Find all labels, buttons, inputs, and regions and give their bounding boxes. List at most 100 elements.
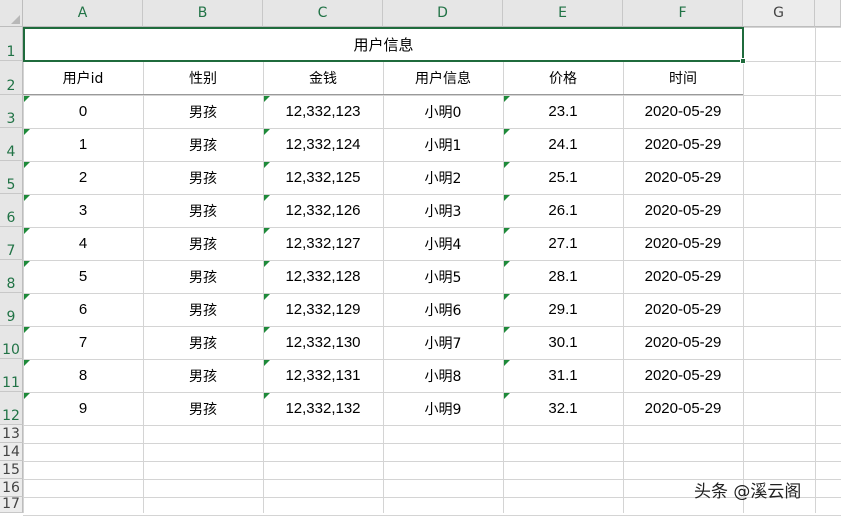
error-indicator-icon[interactable] — [24, 360, 30, 366]
table-cell[interactable]: 小明1 — [383, 128, 503, 161]
column-header-d[interactable]: D — [383, 0, 503, 27]
table-cell[interactable]: 1 — [23, 128, 143, 161]
error-indicator-icon[interactable] — [24, 294, 30, 300]
error-indicator-icon[interactable] — [504, 96, 510, 102]
table-cell[interactable]: 12,332,129 — [263, 293, 383, 326]
table-cell[interactable]: 小明0 — [383, 95, 503, 128]
column-header-e[interactable]: E — [503, 0, 623, 27]
column-header-b[interactable]: B — [143, 0, 263, 27]
row-header-15[interactable]: 15 — [0, 461, 23, 479]
error-indicator-icon[interactable] — [504, 294, 510, 300]
column-header-c[interactable]: C — [263, 0, 383, 27]
table-cell[interactable]: 8 — [23, 359, 143, 392]
error-indicator-icon[interactable] — [504, 129, 510, 135]
table-cell[interactable]: 男孩 — [143, 260, 263, 293]
table-cell[interactable]: 9 — [23, 392, 143, 425]
row-header-3[interactable]: 3 — [0, 95, 23, 128]
error-indicator-icon[interactable] — [504, 360, 510, 366]
table-cell[interactable]: 2020-05-29 — [623, 194, 743, 227]
table-cell[interactable]: 12,332,124 — [263, 128, 383, 161]
table-cell[interactable]: 2020-05-29 — [623, 128, 743, 161]
error-indicator-icon[interactable] — [264, 129, 270, 135]
row-header-13[interactable]: 13 — [0, 425, 23, 443]
header-cell[interactable]: 用户id — [23, 61, 143, 95]
table-cell[interactable]: 7 — [23, 326, 143, 359]
table-cell[interactable]: 12,332,131 — [263, 359, 383, 392]
table-cell[interactable]: 男孩 — [143, 194, 263, 227]
row-header-1[interactable]: 1 — [0, 27, 23, 61]
table-cell[interactable]: 12,332,127 — [263, 227, 383, 260]
table-cell[interactable]: 男孩 — [143, 128, 263, 161]
header-cell[interactable]: 性别 — [143, 61, 263, 95]
table-cell[interactable]: 小明2 — [383, 161, 503, 194]
row-header-10[interactable]: 10 — [0, 326, 23, 359]
table-cell[interactable]: 小明6 — [383, 293, 503, 326]
table-cell[interactable]: 2020-05-29 — [623, 392, 743, 425]
table-cell[interactable]: 26.1 — [503, 194, 623, 227]
table-cell[interactable]: 小明3 — [383, 194, 503, 227]
table-cell[interactable]: 24.1 — [503, 128, 623, 161]
row-header-2[interactable]: 2 — [0, 61, 23, 95]
error-indicator-icon[interactable] — [24, 195, 30, 201]
error-indicator-icon[interactable] — [504, 228, 510, 234]
table-cell[interactable]: 31.1 — [503, 359, 623, 392]
table-cell[interactable]: 6 — [23, 293, 143, 326]
error-indicator-icon[interactable] — [264, 96, 270, 102]
header-cell[interactable]: 价格 — [503, 61, 623, 95]
table-cell[interactable]: 小明4 — [383, 227, 503, 260]
error-indicator-icon[interactable] — [24, 261, 30, 267]
error-indicator-icon[interactable] — [24, 162, 30, 168]
table-cell[interactable]: 男孩 — [143, 392, 263, 425]
error-indicator-icon[interactable] — [504, 261, 510, 267]
error-indicator-icon[interactable] — [264, 393, 270, 399]
header-cell[interactable]: 时间 — [623, 61, 743, 95]
row-header-17[interactable]: 17 — [0, 496, 23, 513]
table-cell[interactable]: 12,332,125 — [263, 161, 383, 194]
row-header-12[interactable]: 12 — [0, 392, 23, 425]
row-header-6[interactable]: 6 — [0, 194, 23, 227]
table-cell[interactable]: 男孩 — [143, 326, 263, 359]
table-cell[interactable]: 4 — [23, 227, 143, 260]
error-indicator-icon[interactable] — [264, 327, 270, 333]
error-indicator-icon[interactable] — [504, 393, 510, 399]
row-header-7[interactable]: 7 — [0, 227, 23, 260]
table-cell[interactable]: 小明7 — [383, 326, 503, 359]
table-cell[interactable]: 小明8 — [383, 359, 503, 392]
error-indicator-icon[interactable] — [24, 96, 30, 102]
table-cell[interactable]: 小明9 — [383, 392, 503, 425]
table-cell[interactable]: 30.1 — [503, 326, 623, 359]
error-indicator-icon[interactable] — [264, 360, 270, 366]
row-header-8[interactable]: 8 — [0, 260, 23, 293]
column-header-a[interactable]: A — [23, 0, 143, 27]
error-indicator-icon[interactable] — [24, 228, 30, 234]
title-merged-cell[interactable]: 用户信息 — [23, 27, 744, 62]
table-cell[interactable]: 27.1 — [503, 227, 623, 260]
table-cell[interactable]: 5 — [23, 260, 143, 293]
table-cell[interactable]: 2020-05-29 — [623, 326, 743, 359]
table-cell[interactable]: 2020-05-29 — [623, 95, 743, 128]
error-indicator-icon[interactable] — [24, 327, 30, 333]
table-cell[interactable]: 2020-05-29 — [623, 293, 743, 326]
table-cell[interactable]: 29.1 — [503, 293, 623, 326]
table-cell[interactable]: 2020-05-29 — [623, 227, 743, 260]
table-cell[interactable]: 0 — [23, 95, 143, 128]
error-indicator-icon[interactable] — [264, 228, 270, 234]
table-cell[interactable]: 12,332,123 — [263, 95, 383, 128]
table-cell[interactable]: 2020-05-29 — [623, 161, 743, 194]
row-header-9[interactable]: 9 — [0, 293, 23, 326]
table-cell[interactable]: 2 — [23, 161, 143, 194]
table-cell[interactable]: 男孩 — [143, 161, 263, 194]
table-cell[interactable]: 28.1 — [503, 260, 623, 293]
header-cell[interactable]: 金钱 — [263, 61, 383, 95]
row-header-14[interactable]: 14 — [0, 443, 23, 461]
row-header-4[interactable]: 4 — [0, 128, 23, 161]
table-cell[interactable]: 32.1 — [503, 392, 623, 425]
header-cell[interactable]: 用户信息 — [383, 61, 503, 95]
error-indicator-icon[interactable] — [504, 195, 510, 201]
error-indicator-icon[interactable] — [264, 294, 270, 300]
table-cell[interactable]: 23.1 — [503, 95, 623, 128]
row-header-5[interactable]: 5 — [0, 161, 23, 194]
table-cell[interactable]: 3 — [23, 194, 143, 227]
error-indicator-icon[interactable] — [264, 195, 270, 201]
table-cell[interactable]: 男孩 — [143, 293, 263, 326]
